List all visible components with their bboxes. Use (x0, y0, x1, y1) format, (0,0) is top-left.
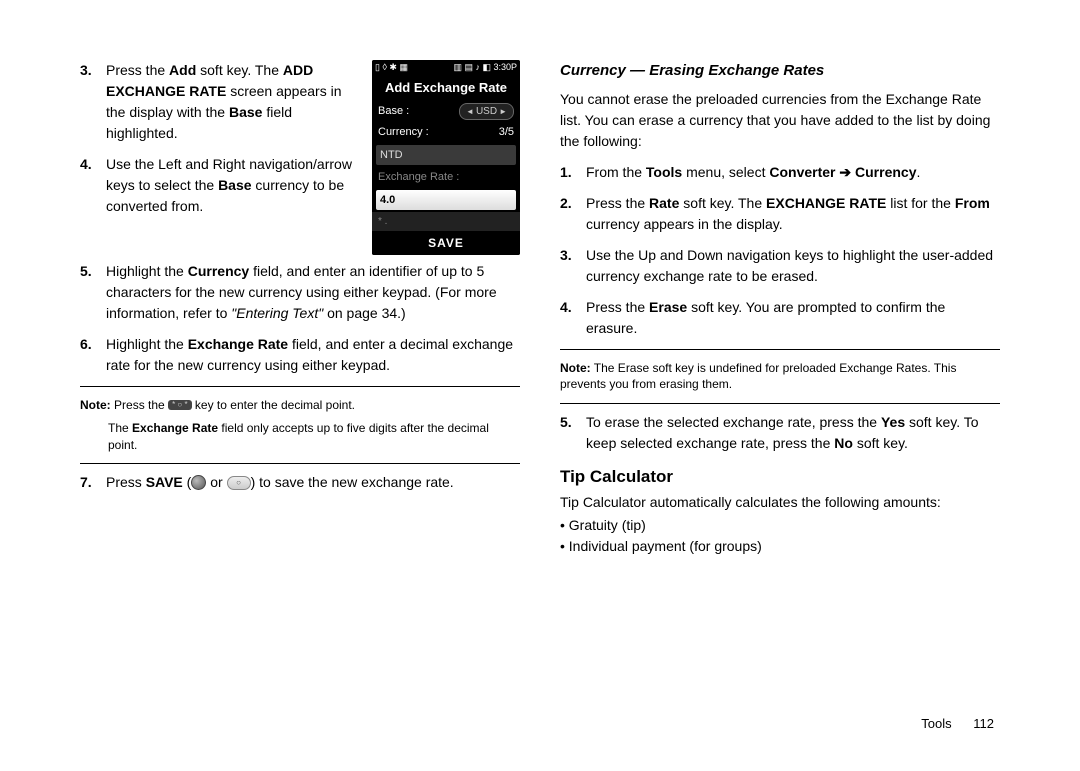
tip-bullets: Gratuity (tip) Individual payment (for g… (560, 515, 1000, 557)
status-icons-left: ▯ ◊ ✱ ▦ (375, 61, 408, 75)
ok-key-icon (191, 475, 206, 490)
note-block-1: Note: Press the * ○ * key to enter the d… (80, 395, 520, 455)
tip-intro: Tip Calculator automatically calculates … (560, 492, 1000, 513)
phone-screenshot-wrapper: ▯ ◊ ✱ ▦ ▥ ▤ ♪ ◧ 3:30P Add Exchange Rate … (372, 60, 520, 255)
right-column: Currency — Erasing Exchange Rates You ca… (560, 60, 1000, 731)
step-body: Press the Add soft key. The ADD EXCHANGE… (106, 60, 362, 144)
bullet-individual: Individual payment (for groups) (560, 536, 1000, 557)
divider (80, 386, 520, 387)
footer-page-number: 112 (973, 716, 994, 731)
step-body: Press the Rate soft key. The EXCHANGE RA… (586, 193, 1000, 235)
step7-part-a: Press SAVE ( (106, 474, 191, 490)
step-4r: 4.Press the Erase soft key. You are prom… (560, 297, 1000, 339)
note-label: Note: (560, 361, 591, 375)
step-body: Use the Left and Right navigation/arrow … (106, 154, 362, 217)
note-text-a: Press the (114, 398, 165, 412)
step-number: 7. (80, 472, 106, 493)
step-3r: 3.Use the Up and Down navigation keys to… (560, 245, 1000, 287)
base-value-pill: ◄USD► (459, 103, 514, 120)
right-steps-list: 1.From the Tools menu, select Converter … (560, 162, 1000, 339)
phone-screenshot: ▯ ◊ ✱ ▦ ▥ ▤ ♪ ◧ 3:30P Add Exchange Rate … (372, 60, 520, 255)
step-7: 7. Press SAVE ( or ○) to save the new ex… (80, 472, 520, 493)
footer-section: Tools (921, 716, 951, 731)
step-body: From the Tools menu, select Converter ➔ … (586, 162, 1000, 183)
exchange-rate-label: Exchange Rate : (372, 167, 520, 188)
chevron-left-icon: ◄ (466, 106, 474, 118)
step-5: 5.Highlight the Currency field, and ente… (80, 261, 520, 324)
exchange-rate-value: 4.0 (376, 190, 516, 211)
chevron-right-icon: ► (499, 106, 507, 118)
step-number: 4. (80, 154, 106, 217)
step7-part-b: ) to save the new exchange rate. (251, 474, 454, 490)
step-4: 4.Use the Left and Right navigation/arro… (80, 154, 362, 217)
step-3: 3.Press the Add soft key. The ADD EXCHAN… (80, 60, 362, 144)
step-number: 6. (80, 334, 106, 376)
phone-save-softkey: SAVE (372, 231, 520, 255)
step7-or: or (206, 474, 226, 490)
step-5r: 5.To erase the selected exchange rate, p… (560, 412, 1000, 454)
heading-tip-calculator: Tip Calculator (560, 464, 1000, 490)
note-text: The Erase soft key is undefined for prel… (560, 361, 956, 392)
step-number: 5. (80, 261, 106, 324)
subheading-erasing: Currency — Erasing Exchange Rates (560, 60, 1000, 83)
note-label: Note: (80, 398, 111, 412)
step-body: Press the Erase soft key. You are prompt… (586, 297, 1000, 339)
manual-page: ▯ ◊ ✱ ▦ ▥ ▤ ♪ ◧ 3:30P Add Exchange Rate … (0, 0, 1080, 771)
ok-rounded-key-icon: ○ (227, 476, 251, 490)
status-icons-right: ▥ ▤ ♪ ◧ 3:30P (453, 61, 517, 75)
step-2: 2.Press the Rate soft key. The EXCHANGE … (560, 193, 1000, 235)
divider (560, 349, 1000, 350)
step-body: Press SAVE ( or ○) to save the new excha… (106, 472, 520, 493)
left-column: ▯ ◊ ✱ ▦ ▥ ▤ ♪ ◧ 3:30P Add Exchange Rate … (80, 60, 520, 731)
phone-bottom-row: * . (372, 212, 520, 231)
phone-status-bar: ▯ ◊ ✱ ▦ ▥ ▤ ♪ ◧ 3:30P (372, 60, 520, 76)
step-body: To erase the selected exchange rate, pre… (586, 412, 1000, 454)
step-number: 2. (560, 193, 586, 235)
step-number: 1. (560, 162, 586, 183)
currency-label: Currency : (378, 124, 429, 141)
base-value: USD (476, 104, 497, 119)
divider (560, 403, 1000, 404)
step-body: Highlight the Currency field, and enter … (106, 261, 520, 324)
step-number: 5. (560, 412, 586, 454)
note-block-2: Note: The Erase soft key is undefined fo… (560, 358, 1000, 396)
divider (80, 463, 520, 464)
phone-row-base: Base : ◄USD► (372, 101, 520, 122)
step-body: Use the Up and Down navigation keys to h… (586, 245, 1000, 287)
currency-input-box: NTD (376, 145, 516, 166)
right-step5-list: 5.To erase the selected exchange rate, p… (560, 412, 1000, 454)
page-footer: Tools 112 (921, 714, 994, 734)
left-step7-list: 7. Press SAVE ( or ○) to save the new ex… (80, 472, 520, 493)
step-body: Highlight the Exchange Rate field, and e… (106, 334, 520, 376)
phone-screen-title: Add Exchange Rate (372, 76, 520, 102)
erasing-intro: You cannot erase the preloaded currencie… (560, 89, 1000, 152)
note-text-b: key to enter the decimal point. (195, 398, 355, 412)
step-6: 6.Highlight the Exchange Rate field, and… (80, 334, 520, 376)
star-key-icon: * ○ * (168, 400, 192, 410)
bullet-gratuity: Gratuity (tip) (560, 515, 1000, 536)
step-number: 4. (560, 297, 586, 339)
step-number: 3. (560, 245, 586, 287)
step-number: 3. (80, 60, 106, 144)
step-1: 1.From the Tools menu, select Converter … (560, 162, 1000, 183)
phone-row-currency: Currency : 3/5 (372, 122, 520, 143)
base-label: Base : (378, 103, 409, 120)
currency-counter: 3/5 (499, 124, 514, 141)
note-line-2: The Exchange Rate field only accepts up … (80, 420, 520, 454)
